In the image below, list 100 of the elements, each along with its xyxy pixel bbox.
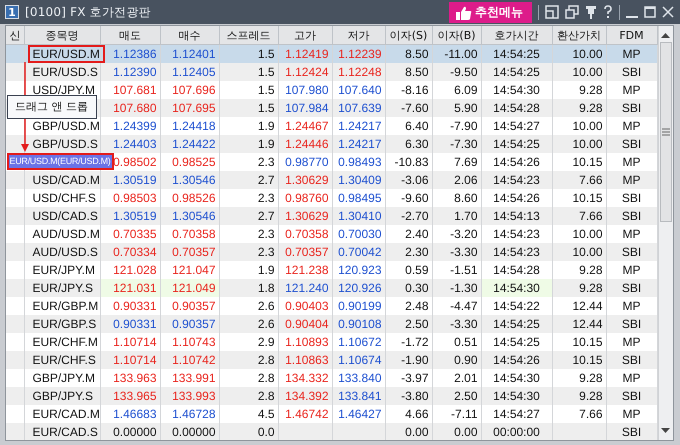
- conversion-value-cell: 9.28: [579, 100, 602, 114]
- quote-time-cell: 14:54:25: [493, 136, 540, 150]
- low-price-cell: 120.923: [338, 262, 382, 276]
- bid-price-cell: 1.12405: [172, 64, 216, 78]
- fdm-cell: SBI: [622, 190, 642, 204]
- vertical-scrollbar[interactable]: [658, 26, 673, 440]
- spread-cell: 0.0: [258, 424, 274, 438]
- ask-price-cell: 107.680: [113, 100, 156, 114]
- ask-price-cell: 121.028: [113, 262, 156, 276]
- quote-row[interactable]: USD/CAD.S 1.30519 1.30546 2.7 1.30629 1.30410 -2.70 1.70 14:54:13 7.66 SBI: [6, 206, 657, 224]
- spread-cell: 2.6: [258, 298, 274, 312]
- column-header[interactable]: 종목명: [24, 26, 100, 44]
- swap-buy-cell: -7.11: [451, 406, 478, 420]
- quote-row[interactable]: USD/CAD.M 1.30519 1.30546 2.7 1.30629 1.30409 -3.06 2.06 14:54:23 7.66 MP: [6, 170, 657, 188]
- spread-cell: 2.3: [258, 154, 274, 168]
- quote-row[interactable]: GBP/USD.S 1.24403 1.24422 1.9 1.24446 1.24217 6.30 -7.30 14:54:25 10.00 SBI: [6, 134, 657, 152]
- swap-sell-cell: -3.80: [401, 388, 428, 402]
- quote-row[interactable]: EUR/GBP.S 0.90331 0.90357 2.6 0.90404 0.90108 2.50 -3.30 14:54:25 12.44 SBI: [6, 314, 657, 332]
- low-price-cell: 107.639: [338, 100, 382, 114]
- ask-price-cell: 1.30519: [113, 172, 156, 186]
- bid-price-cell: 0.98526: [172, 190, 216, 204]
- quote-time-cell: 00:00:00: [493, 424, 540, 438]
- high-price-cell: 1.24467: [285, 118, 328, 132]
- column-header[interactable]: 신: [6, 26, 24, 44]
- pin-icon[interactable]: [585, 5, 597, 19]
- help-icon[interactable]: [603, 5, 613, 19]
- window-title: [0100] FX 호가전광판: [25, 4, 151, 20]
- column-header[interactable]: 이자(B): [432, 26, 481, 44]
- conversion-value-cell: 9.28: [579, 280, 602, 294]
- column-header[interactable]: 이자(S): [385, 26, 432, 44]
- symbol-name: EUR/JPY.S: [32, 280, 94, 296]
- close-icon[interactable]: [662, 5, 674, 19]
- scrollbar-thumb[interactable]: [660, 42, 672, 222]
- ask-price-cell: 1.10714: [113, 334, 156, 348]
- ask-price-cell: 1.30519: [113, 208, 156, 222]
- quote-row[interactable]: AUD/USD.S 0.70334 0.70357 2.3 0.70357 0.70042 2.30 -3.30 14:54:23 10.00 SBI: [6, 242, 657, 260]
- quote-time-cell: 14:54:28: [493, 262, 540, 276]
- spread-cell: 2.3: [258, 226, 274, 240]
- ask-price-cell: 0.70334: [113, 244, 156, 258]
- layout-icon[interactable]: [545, 5, 559, 19]
- spread-cell: 2.8: [258, 370, 274, 384]
- scroll-down-icon[interactable]: [661, 428, 670, 434]
- ask-price-cell: 1.24403: [113, 136, 156, 150]
- quote-row[interactable]: EUR/CAD.S 0.00000 0.00000 0.0 0.00 0.00 00:00:00 SBI: [6, 422, 657, 440]
- swap-sell-cell: -3.06: [401, 172, 428, 186]
- symbol-name: USD/CHF.S: [32, 190, 97, 206]
- low-price-cell: 1.12248: [338, 64, 382, 78]
- ask-price-cell: 0.00000: [113, 424, 156, 438]
- high-price-cell: 1.12419: [285, 46, 328, 61]
- maximize-icon[interactable]: [644, 5, 656, 19]
- ask-price-cell: 1.24399: [113, 118, 156, 132]
- spread-cell: 2.8: [258, 352, 274, 366]
- column-header[interactable]: 환산가치: [552, 26, 606, 44]
- swap-buy-cell: 0.00: [454, 424, 478, 438]
- quote-row[interactable]: EUR/JPY.S 121.031 121.049 1.8 121.240 120.926 0.30 -1.30 14:54:30 9.28 SBI: [6, 278, 657, 296]
- high-price-cell: 107.984: [285, 100, 328, 114]
- quote-time-cell: 14:54:25: [493, 64, 540, 78]
- swap-sell-cell: -2.70: [401, 208, 428, 222]
- column-header[interactable]: 호가시간: [481, 26, 552, 44]
- conversion-value-cell: 9.28: [579, 370, 602, 384]
- swap-sell-cell: -8.16: [401, 82, 428, 96]
- spread-cell: 1.8: [258, 280, 274, 294]
- symbol-name: EUR/GBP.S: [32, 316, 98, 332]
- bid-price-cell: 1.24422: [172, 136, 216, 150]
- spread-cell: 1.9: [258, 136, 274, 150]
- swap-buy-cell: 7.69: [454, 154, 478, 168]
- column-header[interactable]: FDM: [606, 26, 657, 44]
- spread-cell: 1.5: [258, 46, 274, 61]
- column-header[interactable]: 고가: [278, 26, 332, 44]
- bid-price-cell: 0.70357: [172, 244, 216, 258]
- fdm-cell: SBI: [622, 136, 642, 150]
- bid-price-cell: 0.70358: [172, 226, 216, 240]
- swap-buy-cell: -9.50: [450, 64, 478, 78]
- spread-cell: 1.5: [258, 64, 274, 78]
- fdm-cell: SBI: [622, 100, 642, 114]
- scroll-up-icon[interactable]: [661, 32, 670, 38]
- quote-row[interactable]: EUR/CHF.S 1.10714 1.10742 2.8 1.10863 1.10674 -1.90 0.90 14:54:26 10.15 SBI: [6, 350, 657, 368]
- bid-price-cell: 121.047: [172, 262, 216, 276]
- column-header[interactable]: 매도: [100, 26, 160, 44]
- symbol-name: EUR/USD.M: [28, 44, 105, 63]
- swap-buy-cell: -7.30: [450, 136, 478, 150]
- swap-buy-cell: -1.30: [450, 280, 478, 294]
- conversion-value-cell: 10.00: [572, 64, 602, 78]
- high-price-cell: 121.238: [285, 262, 328, 276]
- ask-price-cell: 0.98503: [113, 190, 156, 204]
- low-price-cell: 0.70030: [338, 226, 382, 240]
- quote-row[interactable]: EUR/USD.M 1.12386 1.12401 1.5 1.12419 1.12239 8.50 -11.00 14:54:25 10.00 MP: [6, 44, 657, 62]
- fdm-cell: MP: [622, 262, 640, 276]
- bid-price-cell: 107.696: [172, 82, 216, 96]
- windows-icon[interactable]: [565, 5, 579, 19]
- low-price-cell: 133.841: [338, 388, 382, 402]
- quote-row[interactable]: EUR/USD.S 1.12390 1.12405 1.5 1.12424 1.12248 8.50 -9.50 14:54:25 10.00 SBI: [6, 62, 657, 80]
- column-header[interactable]: 저가: [332, 26, 385, 44]
- low-price-cell: 1.24217: [338, 136, 382, 150]
- recommended-menu-button[interactable]: 추천메뉴: [449, 2, 532, 23]
- quote-row[interactable]: GBP/JPY.S 133.965 133.993 2.8 134.392 133.841 -3.80 2.50 14:54:30 9.28 SBI: [6, 386, 657, 404]
- column-header[interactable]: 스프레드: [219, 26, 278, 44]
- column-header[interactable]: 매수: [160, 26, 219, 44]
- quote-row[interactable]: 드래그 앤 드롭 107.680 107.695 1.5 107.984 107.639 -7.60 5.90 14:54:28 9.28 SBI: [6, 98, 657, 116]
- quote-time-cell: 14:54:25: [493, 334, 540, 348]
